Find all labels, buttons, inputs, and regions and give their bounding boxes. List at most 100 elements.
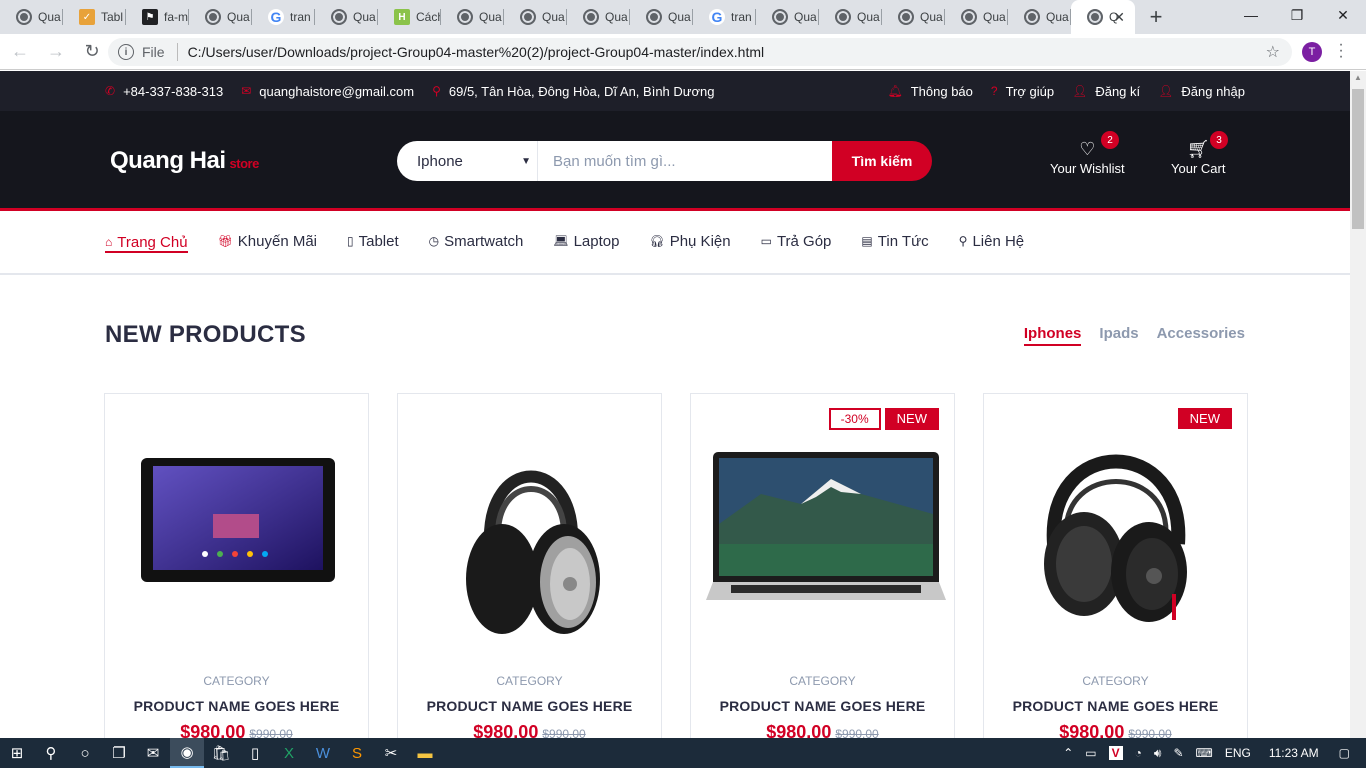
browser-tab[interactable]: Qua bbox=[819, 0, 882, 34]
restore-icon[interactable]: ❐ bbox=[1274, 0, 1320, 30]
battery-icon[interactable]: ▭ bbox=[1085, 746, 1096, 760]
back-icon[interactable]: ← bbox=[4, 36, 36, 68]
browser-tab[interactable]: H Cách bbox=[378, 0, 441, 34]
forward-icon[interactable]: → bbox=[40, 36, 72, 68]
nav-smartwatch[interactable]: ◷ Smartwatch bbox=[429, 233, 524, 252]
word-icon[interactable]: W bbox=[306, 738, 340, 768]
nav-installment[interactable]: ▭ Trả Góp bbox=[761, 233, 832, 252]
login-link[interactable]: 👤︎ Đăng nhập bbox=[1158, 84, 1245, 99]
product-name[interactable]: PRODUCT NAME GOES HERE bbox=[984, 698, 1247, 714]
product-image-laptop[interactable] bbox=[691, 394, 954, 654]
browser-tab[interactable]: Gtran bbox=[252, 0, 315, 34]
browser-tab[interactable]: Qua bbox=[630, 0, 693, 34]
task-view-icon[interactable]: ❐ bbox=[102, 738, 136, 768]
sublime-icon[interactable]: S bbox=[340, 738, 374, 768]
help-link[interactable]: ? Trợ giúp bbox=[991, 84, 1054, 99]
cortana-icon[interactable]: ○ bbox=[68, 738, 102, 768]
web-page: ✆ +84-337-838-313 ✉ quanghaistore@gmail.co… bbox=[0, 71, 1350, 738]
browser-tab[interactable]: Qua bbox=[756, 0, 819, 34]
url-text[interactable]: C:/Users/user/Downloads/project-Group04-… bbox=[188, 44, 765, 60]
antivirus-icon[interactable]: V bbox=[1108, 746, 1123, 760]
browser-tab[interactable]: Qua bbox=[315, 0, 378, 34]
notifications-link[interactable]: 🔔︎ Thông báo bbox=[887, 84, 972, 99]
browser-tab[interactable]: ✓ Tabl bbox=[63, 0, 126, 34]
search-button[interactable]: Tìm kiếm bbox=[832, 141, 932, 181]
omnibox[interactable]: i File C:/Users/user/Downloads/project-G… bbox=[108, 38, 1292, 66]
nav-tablet[interactable]: ▯ Tablet bbox=[347, 233, 399, 252]
browser-tab[interactable]: Qua bbox=[189, 0, 252, 34]
tab-iphones[interactable]: Iphones bbox=[1023, 325, 1082, 346]
nav-promotions[interactable]: 🎁︎ Khuyến Mãi bbox=[218, 233, 317, 252]
category-select[interactable]: Iphone ▼ bbox=[397, 141, 538, 181]
scroll-up-icon[interactable]: ▲ bbox=[1354, 73, 1362, 82]
nav-home[interactable]: ⌂ Trang Chủ bbox=[105, 234, 188, 253]
wishlist-button[interactable]: ♡ Your Wishlist 2 bbox=[1050, 131, 1125, 176]
nav-laptop[interactable]: 💻︎ Laptop bbox=[553, 233, 619, 252]
browser-tab[interactable]: Qua bbox=[882, 0, 945, 34]
browser-tab[interactable]: Qua bbox=[1008, 0, 1071, 34]
wifi-icon[interactable]: ◔ bbox=[1135, 746, 1142, 760]
product-name[interactable]: PRODUCT NAME GOES HERE bbox=[105, 698, 368, 714]
product-card[interactable]: NEW CATEGORY PRODUCT NAME GOES HERE $980… bbox=[983, 393, 1248, 738]
google-icon: G bbox=[709, 9, 725, 25]
tab-accessories[interactable]: Accessories bbox=[1157, 325, 1245, 346]
close-window-icon[interactable]: ✕ bbox=[1320, 0, 1366, 30]
windows-start-icon[interactable]: ⊞ bbox=[0, 738, 34, 768]
keyboard-icon[interactable]: ⌨ bbox=[1196, 746, 1213, 760]
excel-icon[interactable]: X bbox=[272, 738, 306, 768]
volume-icon[interactable]: 🔊︎ bbox=[1154, 746, 1162, 761]
nav-contact[interactable]: ⚲ Liên Hệ bbox=[959, 233, 1025, 252]
pen-icon[interactable]: ✎ bbox=[1173, 746, 1183, 760]
profile-avatar[interactable]: T bbox=[1302, 42, 1322, 62]
nav-accessories[interactable]: 🎧︎ Phụ Kiện bbox=[649, 233, 730, 252]
product-image-tablet[interactable] bbox=[105, 394, 368, 654]
scrollbar-thumb[interactable] bbox=[1352, 89, 1364, 229]
bookmark-star-icon[interactable]: ☆ bbox=[1266, 42, 1280, 62]
menu-dots-icon[interactable]: · · · bbox=[1336, 37, 1346, 65]
product-image-headphones-black[interactable] bbox=[984, 394, 1247, 654]
browser-tab[interactable]: Qua bbox=[567, 0, 630, 34]
store-icon[interactable]: 🛍︎ bbox=[204, 738, 238, 768]
reload-icon[interactable]: ↻ bbox=[76, 36, 108, 68]
browser-tab[interactable]: ⚑ fa-m bbox=[126, 0, 189, 34]
product-card[interactable]: CATEGORY PRODUCT NAME GOES HERE $980.00 $… bbox=[104, 393, 369, 738]
browser-tab[interactable]: Qua bbox=[504, 0, 567, 34]
info-icon[interactable]: i bbox=[118, 44, 134, 60]
search-input[interactable]: Bạn muốn tìm gì... bbox=[538, 141, 832, 181]
file-icon[interactable]: ▯ bbox=[238, 738, 272, 768]
product-name[interactable]: PRODUCT NAME GOES HERE bbox=[398, 698, 661, 714]
browser-tab[interactable]: Qua bbox=[441, 0, 504, 34]
product-card[interactable]: CATEGORY PRODUCT NAME GOES HERE $980.00 $… bbox=[397, 393, 662, 738]
search-form: Iphone ▼ Bạn muốn tìm gì... Tìm kiếm bbox=[397, 141, 932, 181]
language-indicator[interactable]: ENG bbox=[1225, 746, 1251, 760]
product-card[interactable]: -30% NEW CATEGORY PRODUCT NAME GOES HERE… bbox=[690, 393, 955, 738]
tab-ipads[interactable]: Ipads bbox=[1099, 325, 1138, 346]
address-contact[interactable]: ⚲ 69/5, Tân Hòa, Đông Hòa, Dĩ An, Bình Dư… bbox=[432, 84, 714, 99]
chevron-up-icon[interactable]: ⌃ bbox=[1063, 746, 1073, 760]
browser-tab[interactable]: Qua bbox=[945, 0, 1008, 34]
notification-center-icon[interactable]: ▢ bbox=[1339, 746, 1350, 760]
file-explorer-icon[interactable]: ▬ bbox=[408, 738, 442, 768]
new-tab-button[interactable]: + bbox=[1135, 0, 1177, 34]
page-scrollbar[interactable]: ▲ bbox=[1350, 71, 1366, 738]
browser-tab[interactable]: Qua bbox=[0, 0, 63, 34]
browser-tab-active[interactable]: Q ✕ bbox=[1071, 0, 1135, 34]
product-image-headphones[interactable] bbox=[398, 394, 661, 654]
map-marker-icon: ⚲ bbox=[958, 234, 968, 248]
store-logo[interactable]: Quang Hai store bbox=[110, 147, 259, 175]
phone-contact[interactable]: ✆ +84-337-838-313 bbox=[105, 84, 223, 99]
register-link[interactable]: 👤︎ Đăng kí bbox=[1072, 84, 1140, 99]
tool-icon[interactable]: ✂ bbox=[374, 738, 408, 768]
search-icon[interactable]: ⚲ bbox=[34, 738, 68, 768]
email-contact[interactable]: ✉ quanghaistore@gmail.com bbox=[241, 84, 414, 99]
mail-icon[interactable]: ✉ bbox=[136, 738, 170, 768]
cart-button[interactable]: 🛒︎ Your Cart 3 bbox=[1171, 131, 1228, 176]
browser-tab[interactable]: Gtran bbox=[693, 0, 756, 34]
clock[interactable]: 11:23 AM bbox=[1269, 746, 1319, 760]
nav-news[interactable]: ▤ Tin Tức bbox=[861, 233, 928, 252]
browser-tab-bar: Qua ✓ Tabl ⚑ fa-m Qua Gtran Qua H Cách Qua … bbox=[0, 0, 1366, 34]
minimize-icon[interactable]: — bbox=[1228, 0, 1274, 30]
product-name[interactable]: PRODUCT NAME GOES HERE bbox=[691, 698, 954, 714]
close-tab-icon[interactable]: ✕ bbox=[1113, 9, 1125, 26]
chrome-icon[interactable]: ◉ bbox=[170, 738, 204, 768]
